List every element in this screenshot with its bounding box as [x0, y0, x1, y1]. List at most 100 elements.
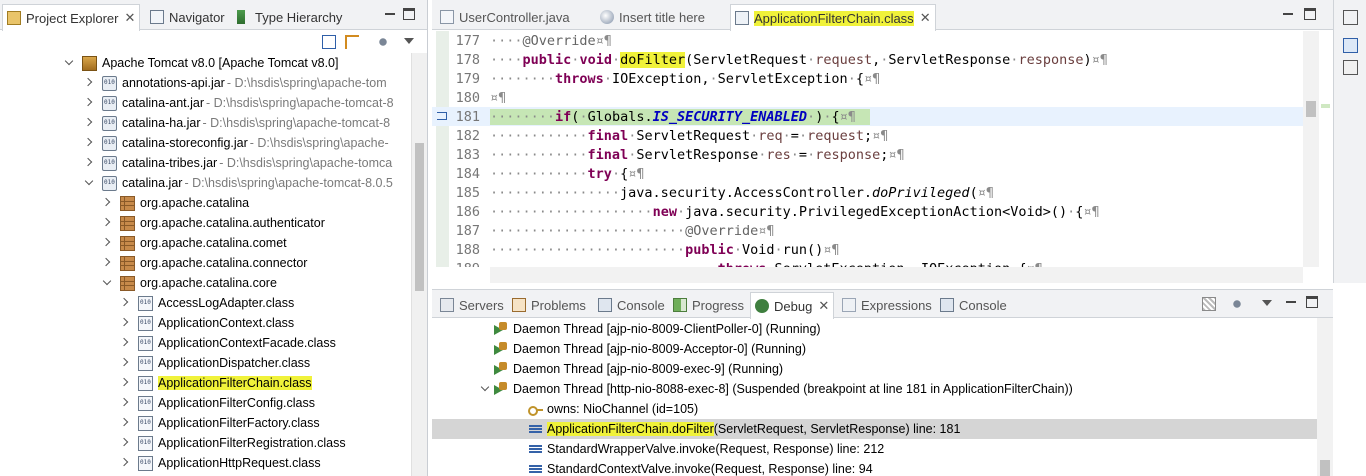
- chevron-right-icon[interactable]: [120, 378, 130, 388]
- chevron-right-icon[interactable]: [120, 358, 130, 368]
- code-line[interactable]: 181 ········if(·Globals.IS_SECURITY_ENABL…: [432, 107, 1303, 126]
- close-icon[interactable]: ✕: [818, 298, 829, 314]
- code-line[interactable]: 179 ········throws·IOException,·ServletEx…: [432, 69, 1303, 88]
- code-line[interactable]: 186 ····················new·java.security…: [432, 202, 1303, 221]
- chevron-right-icon[interactable]: [120, 458, 130, 468]
- chevron-right-icon[interactable]: [84, 98, 94, 108]
- chevron-right-icon[interactable]: [120, 438, 130, 448]
- tab-expressions[interactable]: Expressions: [838, 292, 936, 318]
- collapse-all-icon[interactable]: [322, 35, 336, 49]
- tab-console-2[interactable]: Console: [936, 292, 1011, 318]
- tab-insert-title[interactable]: Insert title here: [596, 4, 709, 30]
- view-menu-gear-icon[interactable]: [1230, 297, 1244, 311]
- task-list-icon[interactable]: [1343, 60, 1358, 75]
- tab-type-hierarchy[interactable]: Type Hierarchy: [233, 4, 346, 30]
- tree-item[interactable]: ApplicationContextFacade.class: [0, 333, 410, 353]
- debug-tree-item[interactable]: Daemon Thread [http-nio-8088-exec-8] (Su…: [432, 379, 1317, 399]
- scrollbar-thumb[interactable]: [1320, 460, 1330, 476]
- scrollbar-thumb[interactable]: [1306, 101, 1316, 117]
- code-line[interactable]: 185 ················java.security.AccessC…: [432, 183, 1303, 202]
- code-line[interactable]: 177 ····@Override¤¶: [432, 31, 1303, 50]
- minimize-icon[interactable]: [1285, 296, 1297, 308]
- chevron-right-icon[interactable]: [102, 258, 112, 268]
- tab-debug[interactable]: Debug ✕: [750, 292, 835, 319]
- chevron-right-icon[interactable]: [102, 198, 112, 208]
- minimize-icon[interactable]: [1282, 8, 1294, 20]
- tab-servers[interactable]: Servers: [436, 292, 508, 318]
- debug-tree-item[interactable]: owns: NioChannel (id=105): [432, 399, 1317, 419]
- tree-item[interactable]: AccessLogAdapter.class: [0, 293, 410, 313]
- code-line[interactable]: 187 ························@Override¤¶: [432, 221, 1303, 240]
- debug-scrollbar[interactable]: [1317, 318, 1333, 476]
- tab-project-explorer[interactable]: Project Explorer ✕: [2, 4, 141, 31]
- code-area[interactable]: 177 ····@Override¤¶ 178 ····public·void·doF…: [432, 31, 1303, 267]
- code-line[interactable]: 184 ············try·{¤¶: [432, 164, 1303, 183]
- overview-marker[interactable]: [1321, 104, 1330, 108]
- tree-item[interactable]: org.apache.catalina.core: [0, 273, 410, 293]
- tree-item[interactable]: catalina-ant.jar - D:\hsdis\spring\apach…: [0, 93, 410, 113]
- breakpoint-arrow-icon[interactable]: [437, 112, 447, 120]
- debug-tree-item[interactable]: StandardWrapperValve.invoke(Request, Res…: [432, 439, 1317, 459]
- chevron-right-icon[interactable]: [120, 398, 130, 408]
- view-menu-gear-icon[interactable]: [376, 35, 390, 49]
- tab-navigator[interactable]: Navigator: [146, 4, 229, 30]
- tree-item[interactable]: ApplicationDispatcher.class: [0, 353, 410, 373]
- restore-icon[interactable]: [1343, 10, 1358, 25]
- debug-tree-item[interactable]: StandardContextValve.invoke(Request, Res…: [432, 459, 1317, 476]
- chevron-right-icon[interactable]: [120, 298, 130, 308]
- chevron-right-icon[interactable]: [84, 78, 94, 88]
- tree-item[interactable]: ApplicationFilterChain.class: [0, 373, 410, 393]
- chevron-down-icon[interactable]: [1260, 297, 1274, 311]
- chevron-right-icon[interactable]: [102, 238, 112, 248]
- debug-tree-item[interactable]: Daemon Thread [ajp-nio-8009-Acceptor-0] …: [432, 339, 1317, 359]
- tab-user-controller[interactable]: UserController.java: [436, 4, 574, 30]
- tree-item[interactable]: org.apache.catalina.comet: [0, 233, 410, 253]
- tab-application-filter-chain[interactable]: ApplicationFilterChain.class ✕: [730, 4, 936, 31]
- scrollbar-thumb[interactable]: [415, 143, 424, 291]
- chevron-right-icon[interactable]: [120, 338, 130, 348]
- tree-item[interactable]: annotations-api.jar - D:\hsdis\spring\ap…: [0, 73, 410, 93]
- tree-item[interactable]: org.apache.catalina.connector: [0, 253, 410, 273]
- chevron-right-icon[interactable]: [120, 318, 130, 328]
- tree-item[interactable]: ApplicationFilterConfig.class: [0, 393, 410, 413]
- outline-icon[interactable]: [1343, 38, 1358, 53]
- tab-progress[interactable]: Progress: [669, 292, 748, 318]
- code-line[interactable]: 189····························throws·Se…: [432, 259, 1303, 268]
- maximize-icon[interactable]: [1306, 296, 1318, 308]
- tree-item[interactable]: ApplicationContext.class: [0, 313, 410, 333]
- remove-terminated-icon[interactable]: [1202, 297, 1216, 311]
- tree-item[interactable]: catalina-storeconfig.jar - D:\hsdis\spri…: [0, 133, 410, 153]
- debug-tree-item[interactable]: Daemon Thread [ajp-nio-8009-ClientPoller…: [432, 319, 1317, 339]
- tree-item[interactable]: catalina.jar - D:\hsdis\spring\apache-to…: [0, 173, 410, 193]
- debug-tree-item[interactable]: ApplicationFilterChain.doFilter (ServletR…: [432, 419, 1317, 439]
- chevron-down-icon[interactable]: [402, 35, 416, 49]
- close-icon[interactable]: ✕: [920, 10, 931, 26]
- editor-hscrollbar[interactable]: [490, 267, 1303, 283]
- chevron-down-icon[interactable]: [102, 278, 112, 288]
- tree-item[interactable]: catalina-ha.jar - D:\hsdis\spring\apache…: [0, 113, 410, 133]
- editor-scrollbar[interactable]: [1303, 31, 1319, 267]
- chevron-right-icon[interactable]: [120, 418, 130, 428]
- chevron-right-icon[interactable]: [102, 218, 112, 228]
- chevron-right-icon[interactable]: [84, 158, 94, 168]
- code-line[interactable]: 178 ····public·void·doFilter(ServletReque…: [432, 50, 1303, 69]
- chevron-down-icon[interactable]: [480, 384, 490, 394]
- tree-item[interactable]: org.apache.catalina: [0, 193, 410, 213]
- tree-item[interactable]: org.apache.catalina.authenticator: [0, 213, 410, 233]
- maximize-icon[interactable]: [1304, 8, 1316, 20]
- code-line[interactable]: 180 ¤¶: [432, 88, 1303, 107]
- tree-item[interactable]: ApplicationHttpRequest.class: [0, 453, 410, 473]
- tab-console[interactable]: Console: [594, 292, 669, 318]
- tree-item[interactable]: ApplicationFilterFactory.class: [0, 413, 410, 433]
- chevron-right-icon[interactable]: [84, 118, 94, 128]
- code-line[interactable]: 182 ············final·ServletRequest·req·…: [432, 126, 1303, 145]
- tree-item[interactable]: Apache Tomcat v8.0 [Apache Tomcat v8.0]: [0, 53, 410, 73]
- maximize-icon[interactable]: [403, 8, 415, 20]
- tree-scrollbar[interactable]: [411, 53, 427, 476]
- debug-tree-item[interactable]: Daemon Thread [ajp-nio-8009-exec-9] (Run…: [432, 359, 1317, 379]
- minimize-icon[interactable]: [384, 8, 396, 20]
- tree-item[interactable]: ApplicationFilterRegistration.class: [0, 433, 410, 453]
- code-line[interactable]: 183 ············final·ServletResponse·res…: [432, 145, 1303, 164]
- chevron-down-icon[interactable]: [84, 178, 94, 188]
- tree-item[interactable]: catalina-tribes.jar - D:\hsdis\spring\ap…: [0, 153, 410, 173]
